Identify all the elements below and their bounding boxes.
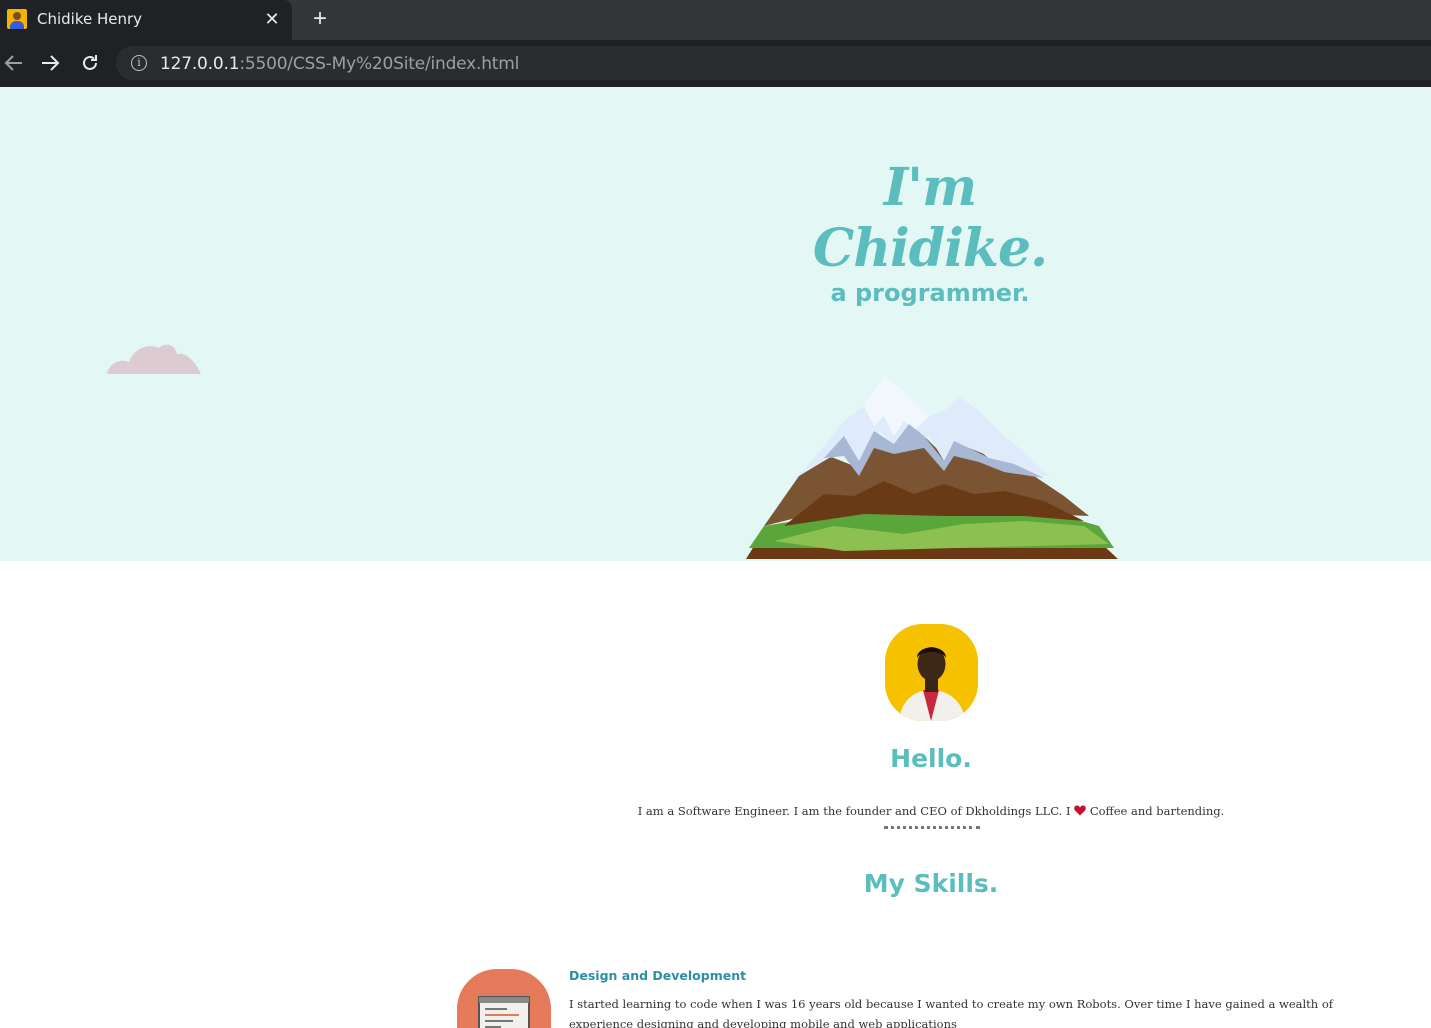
browser-tab[interactable]: Chidike Henry ✕	[0, 0, 292, 40]
browser-tab-bar: Chidike Henry ✕ +	[0, 0, 1431, 40]
forward-arrow-icon	[42, 55, 60, 71]
hello-heading: Hello.	[890, 744, 972, 773]
new-tab-button[interactable]: +	[308, 6, 332, 32]
content-section: Hello. I am a Software Engineer. I am th…	[0, 561, 1431, 1028]
cloud-icon	[107, 344, 201, 374]
browser-toolbar: i 127.0.0.1:5500/CSS-My%20Site/index.htm…	[0, 40, 1431, 87]
skill-description: I started learning to code when I was 16…	[569, 997, 1334, 1028]
skills-heading: My Skills.	[863, 869, 999, 898]
design-development-icon	[457, 969, 551, 1028]
site-info-icon[interactable]: i	[131, 55, 147, 71]
reload-button[interactable]	[76, 50, 104, 76]
back-arrow-icon	[4, 55, 22, 71]
forward-button[interactable]	[36, 50, 64, 76]
mountain-icon	[746, 376, 1118, 559]
address-bar[interactable]: i 127.0.0.1:5500/CSS-My%20Site/index.htm…	[116, 46, 1431, 80]
about-text: I am a Software Engineer. I am the found…	[637, 804, 1225, 818]
close-tab-icon[interactable]: ✕	[262, 8, 282, 30]
hero-title: I'm Chidike.	[812, 157, 1048, 279]
hero-subtitle: a programmer.	[830, 279, 1030, 307]
avatar	[885, 624, 978, 721]
skill-title: Design and Development	[569, 968, 747, 983]
heart-icon	[1074, 805, 1086, 816]
back-button[interactable]	[0, 50, 28, 76]
reload-icon	[83, 55, 97, 70]
dotted-divider	[884, 826, 980, 829]
profile-photo-icon	[885, 624, 978, 721]
hero-section: I'm Chidike. a programmer.	[0, 87, 1431, 561]
favicon-icon	[7, 9, 27, 29]
url-text: 127.0.0.1:5500/CSS-My%20Site/index.html	[160, 54, 520, 74]
tab-title: Chidike Henry	[37, 10, 143, 28]
